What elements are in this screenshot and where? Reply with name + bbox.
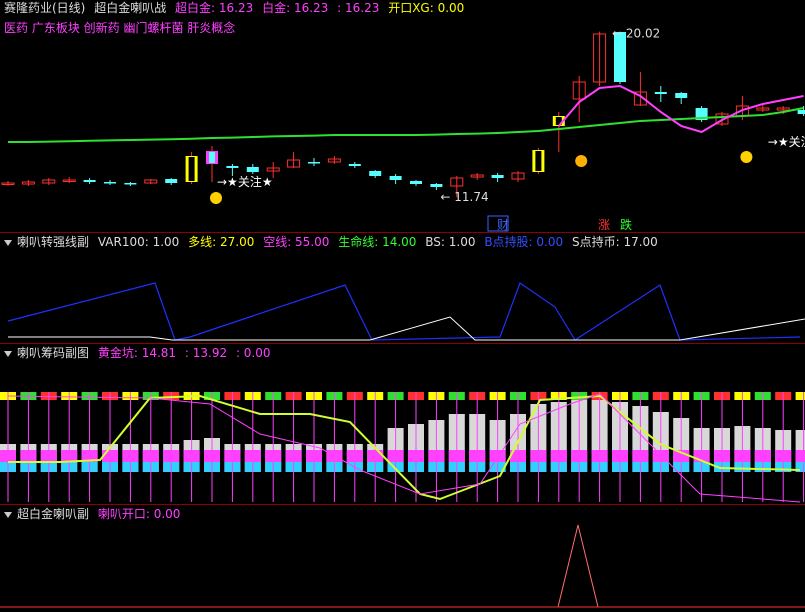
candle-body-inner [209,152,215,163]
badge-2: 跌 [620,217,632,232]
candle-body [226,166,239,168]
focus-marker: →★关注★ [217,174,273,189]
high-price-label: ← 20.02 [612,27,660,41]
candle-body [104,182,116,184]
blue-line [7,282,801,341]
candle-body [348,164,361,166]
opening-spike [557,524,599,608]
candle-body [389,176,402,180]
candle-body [165,179,178,183]
badge-0: 财 [497,218,509,232]
candle-body-inner [188,157,195,181]
low-price-label: ← 11.74 [440,190,488,204]
candle-body [491,175,504,178]
money-bag-icon [575,155,588,167]
sub3-chart [0,524,805,608]
focus-marker: →★关注★ [768,134,805,149]
candle-body [246,167,259,172]
candle-body [430,184,443,187]
candlestick-chart: ← 20.02 ← 11.74 →★关注★ →★关注★ 财 涨跌 [1,27,805,232]
candle-body [83,180,96,182]
candle-body [654,92,667,94]
candle-body [369,171,382,176]
badge-1: 涨 [598,217,610,232]
white-line [8,316,805,341]
smiley-icon [740,151,753,163]
green-ma-line [8,107,804,143]
candle-body [308,162,320,164]
main-chart-panel[interactable]: 赛隆药业(日线) 超白金喇叭战 超白金: 16.23 白金: 16.23 : 1… [0,0,805,232]
candle-body-inner [535,151,542,171]
sub1-panel[interactable]: 喇叭转强线副 VAR100: 1.00 多线: 27.00 空线: 55.00 … [0,233,805,343]
candle-body [410,181,422,184]
sub2-panel[interactable]: 喇叭筹码副图 黄金坑: 14.81 : 13.92 : 0.00 [0,344,805,504]
chip-distribution-chart [0,392,805,503]
sub3-panel[interactable]: 超白金喇叭副 喇叭开口: 0.00 [0,505,805,612]
smiley-icon [210,192,222,204]
candle-body [675,93,688,98]
candle-body [797,110,805,114]
sub1-lines [7,282,805,341]
candle-body [124,183,137,185]
